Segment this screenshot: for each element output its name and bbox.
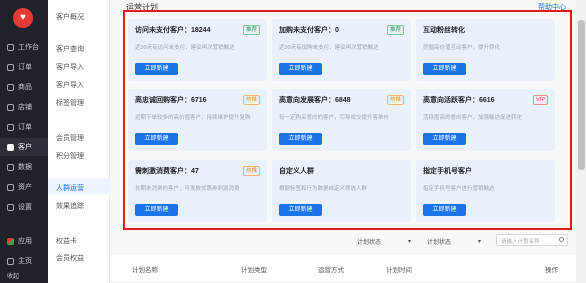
submenu-item-benefit-card[interactable]: 权益卡: [56, 236, 77, 246]
nav-item-settings[interactable]: 设置: [0, 198, 48, 216]
chevron-down-icon: ▾: [477, 238, 481, 245]
create-now-button[interactable]: 立即新建: [279, 63, 322, 75]
card-title: 加购未支付客户：0: [279, 27, 339, 34]
create-now-button[interactable]: 立即新建: [135, 63, 178, 75]
column-header: 计划时间: [386, 267, 412, 274]
card-description: 长期未消费的客户，可发放优惠券刺激消费: [135, 186, 240, 192]
submenu-item-tags[interactable]: 标签管理: [56, 98, 84, 108]
submenu-item-tracking[interactable]: 效果追踪: [56, 201, 84, 211]
create-now-button[interactable]: 立即新建: [423, 133, 466, 145]
card-description: 根据标签和行为数据自定义筛选人群: [279, 186, 368, 192]
column-header: 运营方式: [318, 267, 344, 274]
customer-icon: [7, 143, 14, 151]
submenu-item-points[interactable]: 积分管理: [56, 151, 84, 161]
create-now-button[interactable]: 立即新建: [279, 204, 322, 216]
nav-item-workbench[interactable]: 工作台: [0, 38, 48, 56]
status-select[interactable]: 计划状态 ▾: [354, 236, 414, 246]
nav-item-orders[interactable]: 订单: [0, 58, 48, 76]
nav-item-goods[interactable]: 商品: [0, 78, 48, 96]
hot-badge: 热推: [386, 95, 404, 105]
submenu-item-crowd-ops[interactable]: 人群运营: [56, 183, 84, 193]
create-now-button[interactable]: 立即新建: [423, 63, 466, 75]
card-title: 高意向活跃客户：6616: [423, 97, 495, 104]
submenu-item-import-2[interactable]: 客户导入: [56, 80, 84, 90]
vip-badge: VIP: [533, 95, 548, 105]
submenu-item-members[interactable]: 会员管理: [56, 133, 84, 143]
apps-icon: [7, 237, 14, 245]
column-header: 计划类型: [241, 267, 267, 274]
recommend-badge: 推荐: [386, 25, 404, 35]
plan-card[interactable]: 高意向活跃客户：6616 VIP 活跃度高的意向客户，加强触达促进转化 立即新建: [416, 89, 555, 151]
card-description: 近期下单较多的高价值客户，持续维护提升复购: [135, 115, 251, 121]
card-title: 互动粉丝转化: [423, 27, 465, 34]
orders-icon: [7, 63, 14, 71]
status-select-2[interactable]: 计划状态 ▾: [424, 236, 484, 246]
create-now-button[interactable]: 立即新建: [279, 133, 322, 145]
nav-item-apps[interactable]: 应用: [0, 232, 48, 250]
plan-card[interactable]: 互动粉丝转化 挖掘高价值互动客户，提升转化 立即新建: [416, 19, 555, 81]
search-input[interactable]: 请输入计划名称: [496, 234, 568, 246]
plan-card[interactable]: 指定手机号客户 指定手机号客户进行营销触达 立即新建: [416, 160, 555, 222]
plan-card[interactable]: 高意向发展客户：6848 热推 有一定购买意向的客户，引导成交提升客单价 立即新…: [272, 89, 411, 151]
column-header: 操作: [545, 267, 558, 274]
plan-card[interactable]: 访问未支付客户：18244 推荐 近30天有访问未支付，建议再次营销触达 立即新…: [128, 19, 267, 81]
card-title: 高意向发展客户：6848: [279, 97, 351, 104]
card-title: 自定义人群: [279, 168, 314, 175]
create-now-button[interactable]: 立即新建: [423, 204, 466, 216]
hot-badge: 热推: [242, 166, 260, 176]
plan-card[interactable]: 需刺激消费客户：47 热推 长期未消费的客户，可发放优惠券刺激消费 立即新建: [128, 160, 267, 222]
card-title: 高忠诚回购客户：6716: [135, 97, 207, 104]
submenu-item-import[interactable]: 客户导入: [56, 62, 84, 72]
submenu-item-member-rights[interactable]: 会员权益: [56, 253, 84, 263]
scrollbar-thumb[interactable]: [578, 20, 585, 170]
app-logo[interactable]: ♥: [13, 8, 33, 28]
nav-item-customers[interactable]: 客户: [0, 138, 48, 156]
scrollbar[interactable]: [577, 0, 586, 283]
card-title: 需刺激消费客户：47: [135, 168, 199, 175]
card-description: 活跃度高的意向客户，加强触达促进转化: [423, 115, 523, 121]
data-icon: [7, 163, 14, 171]
table-header: 计划名称 计划类型 运营方式 计划时间 操作: [110, 255, 576, 281]
plan-card[interactable]: 高忠诚回购客户：6716 热推 近期下单较多的高价值客户，持续维护提升复购 立即…: [128, 89, 267, 151]
plan-card[interactable]: 加购未支付客户：0 推荐 近30天有加购未支付，建议再次营销触达 立即新建: [272, 19, 411, 81]
hot-badge: 热推: [242, 95, 260, 105]
card-description: 指定手机号客户进行营销触达: [423, 186, 495, 192]
collapse-button[interactable]: 收起: [0, 266, 48, 283]
card-description: 挖掘高价值互动客户，提升转化: [423, 45, 501, 51]
workbench-icon: [7, 43, 14, 51]
nav-item-shop[interactable]: 店铺: [0, 98, 48, 116]
main-content: 运营计划 帮助中心 访问未支付客户：18244 推荐 近30天有访问未支付，建议…: [110, 0, 576, 283]
goods-icon: [7, 83, 14, 91]
nav-item-orders-2[interactable]: 订单: [0, 118, 48, 136]
assets-icon: [7, 183, 14, 191]
nav-item-data[interactable]: 数据: [0, 158, 48, 176]
home-icon: [7, 257, 14, 265]
search-icon: [559, 237, 564, 242]
shop-icon: [7, 103, 14, 111]
card-description: 近30天有访问未支付，建议再次营销触达: [135, 45, 235, 51]
card-title: 访问未支付客户：18244: [135, 27, 211, 34]
submenu-item-overview[interactable]: 客户概况: [56, 12, 84, 22]
list-icon: [7, 123, 14, 131]
chevron-down-icon: ▾: [407, 238, 411, 245]
column-header: 计划名称: [132, 267, 158, 274]
submenu-item-query[interactable]: 客户查询: [56, 44, 84, 54]
nav-item-assets[interactable]: 资产: [0, 178, 48, 196]
card-title: 指定手机号客户: [423, 168, 472, 175]
gear-icon: [7, 203, 14, 211]
card-description: 有一定购买意向的客户，引导成交提升客单价: [279, 115, 390, 121]
plan-card[interactable]: 自定义人群 根据标签和行为数据自定义筛选人群 立即新建: [272, 160, 411, 222]
secondary-menu: 客户概况 客户查询 客户导入 客户导入 标签管理 会员管理 积分管理 人群运营 …: [48, 0, 110, 283]
create-now-button[interactable]: 立即新建: [135, 204, 178, 216]
main-sidebar: ♥ 工作台 订单 商品 店铺 订单 客户 数据 资产 设置 应用 主页 收起: [0, 0, 48, 283]
recommend-badge: 推荐: [242, 25, 260, 35]
create-now-button[interactable]: 立即新建: [135, 133, 178, 145]
card-description: 近30天有加购未支付，建议再次营销触达: [279, 45, 379, 51]
